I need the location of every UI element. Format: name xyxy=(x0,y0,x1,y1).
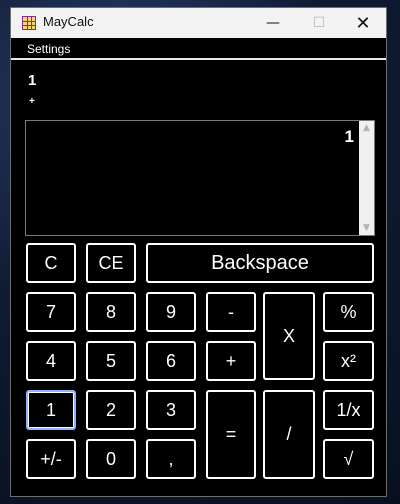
square-root-button[interactable]: √ xyxy=(323,439,374,479)
divide-button[interactable]: / xyxy=(263,390,315,479)
digit-4-button[interactable]: 4 xyxy=(26,341,76,381)
title-bar: MayCalc — ☐ ✕ xyxy=(11,8,386,38)
minimize-button[interactable]: — xyxy=(250,8,296,38)
digit-8-button[interactable]: 8 xyxy=(86,292,136,332)
result-display: 1 ▲ ▼ xyxy=(25,120,375,236)
clear-button[interactable]: C xyxy=(26,243,76,283)
menu-bar: Settings xyxy=(11,38,386,60)
calculator-icon xyxy=(22,16,36,30)
digit-0-button[interactable]: 0 xyxy=(86,439,136,479)
digit-1-button[interactable]: 1 xyxy=(26,390,76,430)
digit-7-button[interactable]: 7 xyxy=(26,292,76,332)
plus-button[interactable]: + xyxy=(206,341,256,381)
reciprocal-button[interactable]: 1/x xyxy=(323,390,374,430)
window-title: MayCalc xyxy=(43,14,94,29)
display-scrollbar[interactable]: ▲ ▼ xyxy=(359,121,374,235)
expression-operator: + xyxy=(29,96,35,107)
expression-value: 1 xyxy=(28,72,37,89)
minus-button[interactable]: - xyxy=(206,292,256,332)
display-value: 1 xyxy=(344,127,354,146)
menu-settings[interactable]: Settings xyxy=(27,42,70,56)
digit-9-button[interactable]: 9 xyxy=(146,292,196,332)
clear-entry-button[interactable]: CE xyxy=(86,243,136,283)
digit-3-button[interactable]: 3 xyxy=(146,390,196,430)
calculator-window: MayCalc — ☐ ✕ Settings 1 + 1 ▲ ▼ C CE Ba… xyxy=(10,7,387,497)
maximize-button[interactable]: ☐ xyxy=(296,8,342,38)
close-button[interactable]: ✕ xyxy=(340,8,386,38)
equals-button[interactable]: = xyxy=(206,390,256,479)
digit-5-button[interactable]: 5 xyxy=(86,341,136,381)
decimal-separator-button[interactable]: , xyxy=(146,439,196,479)
scroll-down-arrow-icon[interactable]: ▼ xyxy=(361,223,372,233)
percent-button[interactable]: % xyxy=(323,292,374,332)
negate-button[interactable]: +/- xyxy=(26,439,76,479)
backspace-button[interactable]: Backspace xyxy=(146,243,374,283)
digit-2-button[interactable]: 2 xyxy=(86,390,136,430)
digit-6-button[interactable]: 6 xyxy=(146,341,196,381)
multiply-button[interactable]: X xyxy=(263,292,315,380)
scroll-up-arrow-icon[interactable]: ▲ xyxy=(361,123,372,133)
square-button[interactable]: x² xyxy=(323,341,374,381)
